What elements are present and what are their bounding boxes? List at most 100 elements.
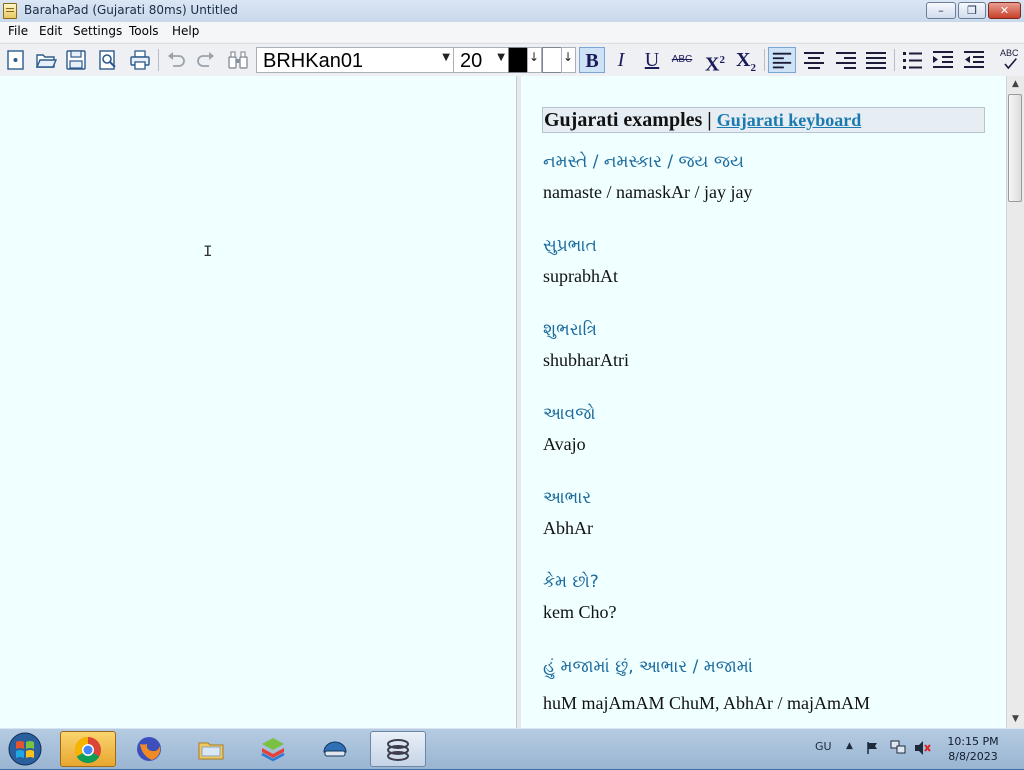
undo-icon[interactable] bbox=[164, 48, 188, 72]
open-folder-icon[interactable] bbox=[34, 48, 58, 72]
new-document-icon[interactable] bbox=[4, 48, 28, 72]
superscript-mark: 2 bbox=[719, 54, 725, 66]
file-explorer-taskbar-button[interactable] bbox=[184, 731, 240, 767]
header-title-text: Gujarati examples | bbox=[544, 109, 717, 131]
chrome-icon bbox=[74, 736, 101, 764]
print-preview-icon[interactable] bbox=[96, 48, 120, 72]
example-transliteration: namaste / namaskAr / jay jay bbox=[543, 182, 753, 202]
gujarati-keyboard-link[interactable]: Gujarati keyboard bbox=[717, 110, 862, 130]
firefox-icon bbox=[137, 737, 161, 761]
toolbar: BRHKan01 ▼ 20 ▼ ↓ ↓ B I U ABC X2 X2 ABC bbox=[0, 43, 1024, 77]
clock-time: 10:15 PM bbox=[947, 735, 999, 748]
helmet-icon bbox=[323, 741, 347, 757]
action-center-flag-icon[interactable] bbox=[866, 741, 880, 755]
example-transliteration: shubharAtri bbox=[543, 350, 629, 370]
windows-start-button[interactable] bbox=[4, 731, 46, 767]
subscript-base: X bbox=[736, 49, 751, 71]
strikethrough-button[interactable]: ABC bbox=[669, 47, 695, 73]
show-hidden-icons-icon[interactable]: ▲ bbox=[846, 741, 853, 751]
align-center-icon[interactable] bbox=[802, 48, 826, 72]
scrollbar-thumb[interactable] bbox=[1008, 94, 1022, 202]
network-icon[interactable] bbox=[890, 740, 906, 755]
chevron-down-icon: ↓ bbox=[528, 50, 539, 64]
barahapad-icon bbox=[387, 739, 409, 761]
save-icon[interactable] bbox=[64, 48, 88, 72]
toolbar-separator bbox=[764, 49, 765, 71]
menu-settings[interactable]: Settings bbox=[73, 24, 122, 38]
justify-icon[interactable] bbox=[864, 48, 888, 72]
reference-pane[interactable]: Gujarati examples | Gujarati keyboard નમ… bbox=[521, 76, 1006, 728]
chevron-down-icon: ↓ bbox=[562, 50, 573, 64]
barahapad-window: BarahaPad (Gujarati 80ms) Untitled – ❐ ✕… bbox=[0, 0, 1024, 728]
subscript-mark: 2 bbox=[750, 62, 756, 74]
superscript-button[interactable]: X2 bbox=[702, 47, 728, 76]
maximize-button[interactable]: ❐ bbox=[958, 2, 986, 19]
font-name-value: BRHKan01 bbox=[263, 50, 364, 72]
example-gujarati: સુપ્રભાત bbox=[543, 236, 597, 256]
decrease-indent-icon[interactable] bbox=[962, 48, 986, 72]
print-icon[interactable] bbox=[128, 48, 152, 72]
underline-button[interactable]: U bbox=[639, 47, 665, 73]
barahapad-taskbar-button[interactable] bbox=[370, 731, 426, 767]
text-color-dropdown[interactable]: ↓ bbox=[527, 47, 542, 73]
editor-pane[interactable]: I bbox=[0, 76, 517, 728]
align-right-icon[interactable] bbox=[834, 48, 858, 72]
menu-bar: File Edit Settings Tools Help bbox=[0, 22, 1024, 42]
toolbar-separator bbox=[158, 49, 159, 71]
example-gujarati: હું મજામાં છું, આભાર / મજામાં bbox=[543, 657, 753, 677]
taskbar: GU ▲ 10:15 PM 8/8/2023 bbox=[0, 728, 1024, 769]
redo-icon[interactable] bbox=[194, 48, 218, 72]
language-indicator[interactable]: GU bbox=[815, 740, 832, 753]
firefox-taskbar-button[interactable] bbox=[122, 731, 178, 767]
spellcheck-icon[interactable]: ABC bbox=[998, 48, 1024, 72]
text-color-swatch[interactable] bbox=[508, 47, 528, 73]
font-name-select[interactable]: BRHKan01 ▼ bbox=[256, 47, 454, 73]
chrome-taskbar-button[interactable] bbox=[60, 731, 116, 767]
menu-help[interactable]: Help bbox=[172, 24, 199, 38]
window-title: BarahaPad (Gujarati 80ms) Untitled bbox=[24, 3, 238, 17]
system-clock[interactable]: 10:15 PM 8/8/2023 bbox=[930, 734, 1016, 764]
vpn-taskbar-button[interactable] bbox=[308, 731, 364, 767]
highlight-color-swatch[interactable] bbox=[542, 47, 562, 73]
font-size-select[interactable]: 20 ▼ bbox=[453, 47, 509, 73]
align-left-icon[interactable] bbox=[768, 47, 796, 73]
subscript-button[interactable]: X2 bbox=[733, 47, 759, 74]
increase-indent-icon[interactable] bbox=[931, 48, 955, 72]
example-gujarati: આવજો bbox=[543, 404, 596, 424]
chevron-down-icon: ▼ bbox=[442, 52, 450, 63]
chevron-down-icon: ▼ bbox=[497, 52, 505, 63]
vertical-scrollbar[interactable]: ▲ ▼ bbox=[1006, 76, 1024, 728]
minimize-button[interactable]: – bbox=[926, 2, 956, 19]
font-size-value: 20 bbox=[460, 50, 483, 72]
bluestacks-taskbar-button[interactable] bbox=[246, 731, 302, 767]
binoculars-find-icon[interactable] bbox=[226, 48, 250, 72]
example-transliteration: Avajo bbox=[543, 434, 586, 454]
toolbar-separator bbox=[894, 49, 895, 71]
menu-file[interactable]: File bbox=[8, 24, 28, 38]
example-transliteration: AbhAr bbox=[543, 518, 593, 538]
reference-header: Gujarati examples | Gujarati keyboard bbox=[542, 107, 985, 133]
clock-date: 8/8/2023 bbox=[948, 750, 998, 763]
menu-edit[interactable]: Edit bbox=[39, 24, 62, 38]
folder-icon bbox=[198, 742, 224, 760]
notepad-icon bbox=[3, 3, 17, 19]
menu-tools[interactable]: Tools bbox=[129, 24, 159, 38]
italic-button[interactable]: I bbox=[608, 47, 634, 73]
title-bar[interactable]: BarahaPad (Gujarati 80ms) Untitled – ❐ ✕ bbox=[0, 0, 1024, 23]
example-gujarati: કેમ છો? bbox=[543, 572, 599, 592]
text-cursor-icon: I bbox=[203, 243, 213, 261]
scroll-down-icon[interactable]: ▼ bbox=[1007, 711, 1024, 728]
bluestacks-icon bbox=[261, 738, 285, 762]
bold-button[interactable]: B bbox=[579, 47, 605, 73]
scroll-up-icon[interactable]: ▲ bbox=[1007, 76, 1024, 93]
example-gujarati: શુભરાત્રિ bbox=[543, 320, 597, 340]
example-transliteration: huM majAmAM ChuM, AbhAr / majAmAM bbox=[543, 693, 871, 713]
example-transliteration: suprabhAt bbox=[543, 266, 618, 286]
example-transliteration: kem Cho? bbox=[543, 602, 617, 622]
bullets-icon[interactable] bbox=[900, 48, 924, 72]
header-title: Gujarati examples | Gujarati keyboard bbox=[544, 109, 861, 132]
superscript-base: X bbox=[705, 53, 720, 76]
highlight-color-dropdown[interactable]: ↓ bbox=[561, 47, 576, 73]
example-gujarati: આભાર bbox=[543, 488, 592, 508]
close-button[interactable]: ✕ bbox=[988, 2, 1021, 19]
